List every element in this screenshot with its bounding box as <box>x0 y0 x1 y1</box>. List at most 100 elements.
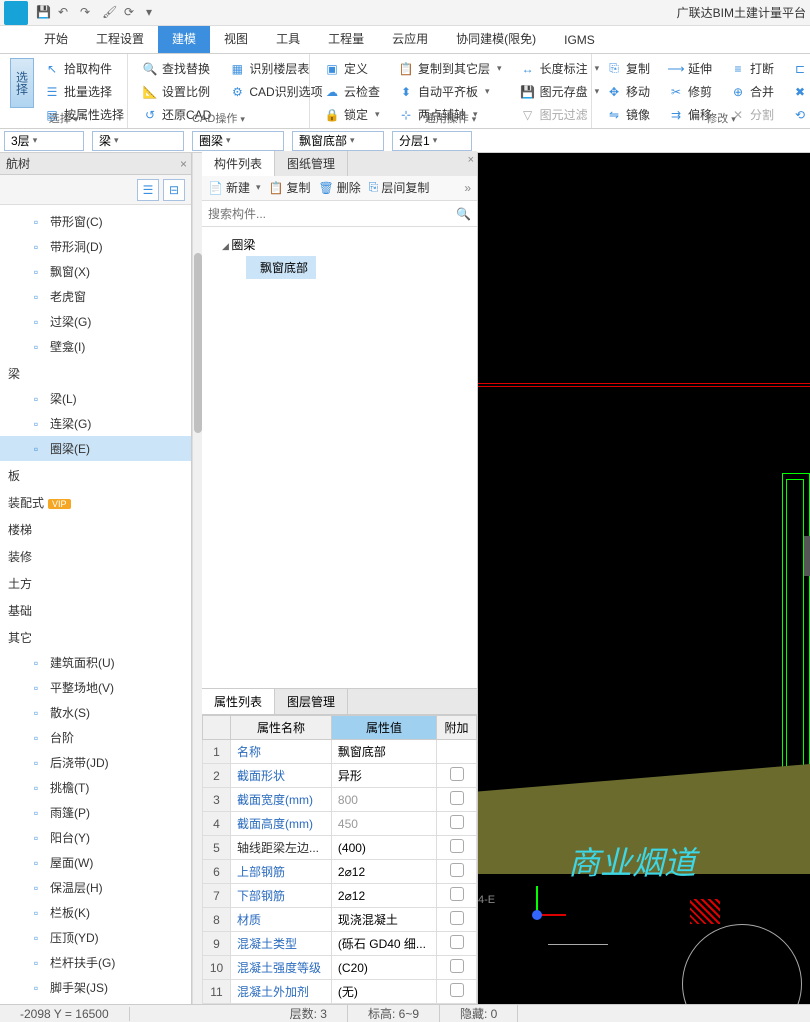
auto-align-slab-button[interactable]: ⬍自动平齐板 <box>394 81 506 102</box>
prop-value[interactable]: 现浇混凝土 <box>331 908 436 932</box>
tree-group-label[interactable]: 楼梯 <box>0 515 191 542</box>
tree-item[interactable]: ▫飘窗(X) <box>0 259 191 284</box>
type-select[interactable]: 圈梁 <box>192 131 284 151</box>
prop-extra-checkbox[interactable] <box>437 836 477 860</box>
qa-save-icon[interactable]: 💾 <box>36 5 52 21</box>
menu-tools[interactable]: 工具 <box>262 24 314 53</box>
menu-project-settings[interactable]: 工程设置 <box>82 24 158 53</box>
nav-tree-close-icon[interactable]: × <box>180 157 187 171</box>
pick-component-button[interactable]: ↖拾取构件 <box>40 58 128 79</box>
tree-item[interactable]: ▫散水(S) <box>0 700 191 725</box>
copy-button[interactable]: ⎘复制 <box>602 58 654 79</box>
length-label-button[interactable]: ↔长度标注 <box>516 58 604 79</box>
tree-item[interactable]: ▫平整场地(V) <box>0 675 191 700</box>
prop-extra-checkbox[interactable] <box>437 956 477 980</box>
tree-group-label[interactable]: 梁 <box>0 359 191 386</box>
tree-item[interactable]: ▫梁(L) <box>0 386 191 411</box>
tree-item[interactable]: ▫带形窗(C) <box>0 209 191 234</box>
prop-value[interactable]: 异形 <box>331 764 436 788</box>
break-button[interactable]: ≡打断 <box>726 58 778 79</box>
layer-select[interactable]: 分层1 <box>392 131 472 151</box>
copy-to-layer-button[interactable]: 📋复制到其它层 <box>394 58 506 79</box>
group-cad-label[interactable]: CAD操作 <box>128 110 309 126</box>
select-big-button[interactable]: 选择 <box>10 58 34 108</box>
prop-extra-checkbox[interactable] <box>437 788 477 812</box>
tree-item[interactable]: ▫连梁(G) <box>0 411 191 436</box>
tree-item[interactable]: ▫栏杆扶手(G) <box>0 950 191 975</box>
canvas-vertical-grip[interactable] <box>804 536 810 576</box>
prop-extra-checkbox[interactable] <box>437 884 477 908</box>
trim-button[interactable]: ✂修剪 <box>664 81 716 102</box>
prop-extra-checkbox[interactable] <box>437 932 477 956</box>
prop-value[interactable]: (C20) <box>331 956 436 980</box>
menu-modeling[interactable]: 建模 <box>158 24 210 53</box>
view-tree-icon[interactable]: ⊟ <box>163 179 185 201</box>
tree-group-label[interactable]: 板 <box>0 461 191 488</box>
tab-layer-mgmt[interactable]: 图层管理 <box>275 689 348 714</box>
menu-collab[interactable]: 协同建模(限免) <box>442 24 550 53</box>
comp-tree-item[interactable]: 飘窗底部 <box>246 256 316 279</box>
menu-view[interactable]: 视图 <box>210 24 262 53</box>
prop-extra-checkbox[interactable] <box>437 860 477 884</box>
delete-component-button[interactable]: 🗑删除 <box>318 179 360 196</box>
group-modify-label[interactable]: 修改 <box>592 110 810 126</box>
tree-item[interactable]: ▫老虎窗 <box>0 284 191 309</box>
save-element-button[interactable]: 💾图元存盘 <box>516 81 604 102</box>
prop-value[interactable]: (400) <box>331 836 436 860</box>
component-panel-close-icon[interactable]: × <box>468 154 474 166</box>
tree-item[interactable]: ▫阳台(Y) <box>0 825 191 850</box>
tree-item[interactable]: ▫栏板(K) <box>0 900 191 925</box>
qa-undo-icon[interactable]: ↶ <box>58 5 74 21</box>
menu-cloud[interactable]: 云应用 <box>378 24 442 53</box>
tree-item[interactable]: ▫屋面(W) <box>0 850 191 875</box>
prop-row[interactable]: 6上部钢筋2⌀12 <box>203 860 477 884</box>
view-list-icon[interactable]: ☰ <box>137 179 159 201</box>
tab-drawing-mgmt[interactable]: 图纸管理 <box>275 151 348 176</box>
prop-row[interactable]: 9混凝土类型(砾石 GD40 细... <box>203 932 477 956</box>
prop-extra-checkbox[interactable] <box>437 812 477 836</box>
tree-item[interactable]: ▫压顶(YD) <box>0 925 191 950</box>
tree-item[interactable]: ▫建筑面积(U) <box>0 650 191 675</box>
align2-button[interactable]: ⊏对齐 <box>788 58 810 79</box>
component-select[interactable]: 飘窗底部 <box>292 131 384 151</box>
tab-properties[interactable]: 属性列表 <box>202 689 275 714</box>
delete-button[interactable]: ✖删除 <box>788 81 810 102</box>
set-scale-button[interactable]: 📐设置比例 <box>138 81 215 102</box>
qa-brush-icon[interactable]: 🖌 <box>102 5 118 21</box>
prop-value[interactable]: 2⌀12 <box>331 860 436 884</box>
prop-value[interactable]: (砾石 GD40 细... <box>331 932 436 956</box>
prop-extra-checkbox[interactable] <box>437 908 477 932</box>
cloud-check-button[interactable]: ☁云检查 <box>320 81 384 102</box>
nav-scrollbar[interactable] <box>192 153 202 1004</box>
define-button[interactable]: ▣定义 <box>320 58 384 79</box>
prop-value[interactable]: 450 <box>331 812 436 836</box>
tree-group-label[interactable]: 其它 <box>0 623 191 650</box>
prop-row[interactable]: 10混凝土强度等级(C20) <box>203 956 477 980</box>
tree-item[interactable]: ▫雨篷(P) <box>0 800 191 825</box>
tree-item[interactable]: ▫挑檐(T) <box>0 775 191 800</box>
menu-quantity[interactable]: 工程量 <box>314 24 378 53</box>
tree-group-label[interactable]: 自定义 <box>0 1000 191 1004</box>
tab-component-list[interactable]: 构件列表 <box>202 151 275 176</box>
group-general-label[interactable]: 通用操作 <box>310 110 591 126</box>
qa-refresh-icon[interactable]: ⟳ <box>124 5 140 21</box>
tree-item[interactable]: ▫壁龛(I) <box>0 334 191 359</box>
batch-select-button[interactable]: ☰批量选择 <box>40 81 128 102</box>
qa-more-icon[interactable]: ▾ <box>146 5 162 21</box>
find-replace-button[interactable]: 🔍查找替换 <box>138 58 215 79</box>
prop-extra-checkbox[interactable] <box>437 764 477 788</box>
drawing-canvas[interactable]: 商业烟道 4-E <box>478 153 810 1004</box>
toolbar-more-icon[interactable]: » <box>464 181 471 195</box>
new-component-button[interactable]: 📄新建 <box>208 179 261 196</box>
scrollbar-thumb[interactable] <box>194 253 202 433</box>
prop-extra-checkbox[interactable] <box>437 740 477 764</box>
tree-group-label[interactable]: 基础 <box>0 596 191 623</box>
tree-item[interactable]: ▫脚手架(JS) <box>0 975 191 1000</box>
tree-item[interactable]: ▫保温层(H) <box>0 875 191 900</box>
tree-item[interactable]: ▫过梁(G) <box>0 309 191 334</box>
prop-value[interactable]: 飘窗底部 <box>331 740 436 764</box>
menu-start[interactable]: 开始 <box>30 24 82 53</box>
extend-button[interactable]: ⟶延伸 <box>664 58 716 79</box>
prop-row[interactable]: 1名称飘窗底部 <box>203 740 477 764</box>
prop-row[interactable]: 7下部钢筋2⌀12 <box>203 884 477 908</box>
